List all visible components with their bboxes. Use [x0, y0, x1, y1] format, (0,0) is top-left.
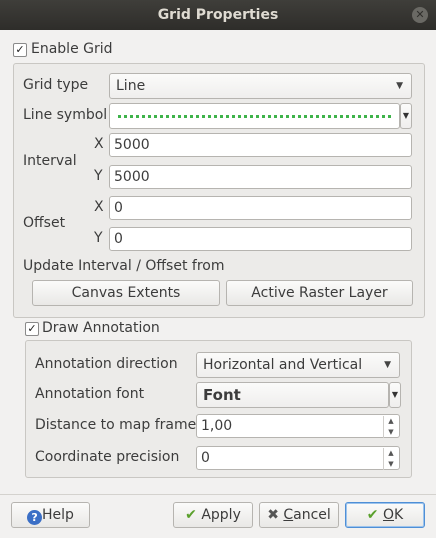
- update-from-label: Update Interval / Offset from: [23, 258, 225, 274]
- grid-type-label: Grid type: [23, 77, 89, 93]
- chevron-down-icon: ▼: [384, 360, 391, 370]
- offset-x-label: X: [94, 199, 104, 215]
- interval-y-label: Y: [94, 168, 103, 184]
- line-symbol-button[interactable]: [109, 103, 400, 129]
- distance-to-map-frame-value: 1,00: [201, 418, 233, 434]
- spin-up-icon[interactable]: ▲: [384, 416, 398, 427]
- divider: [0, 494, 436, 495]
- chevron-down-icon: ▼: [402, 111, 410, 120]
- annotation-font-label: Annotation font: [35, 386, 145, 402]
- annotation-font-value: Font: [203, 386, 241, 404]
- apply-button[interactable]: ✔ Apply: [173, 502, 253, 528]
- spin-down-icon[interactable]: ▼: [384, 427, 398, 438]
- offset-y-label: Y: [94, 230, 103, 246]
- coordinate-precision-value: 0: [201, 450, 210, 466]
- spin-down-icon[interactable]: ▼: [384, 459, 398, 470]
- cross-icon: ✖: [267, 507, 279, 523]
- annotation-font-button[interactable]: Font: [196, 382, 389, 408]
- help-label: Help: [42, 507, 74, 523]
- annotation-direction-select[interactable]: Horizontal and Vertical ▼: [196, 352, 400, 378]
- checkmark-icon: ✔: [366, 507, 379, 523]
- help-icon: ?: [27, 510, 43, 525]
- offset-x-input[interactable]: 0: [109, 196, 412, 220]
- line-symbol-label: Line symbol: [23, 107, 108, 123]
- ok-label: OK: [382, 507, 404, 523]
- active-raster-layer-button[interactable]: Active Raster Layer: [226, 280, 413, 306]
- enable-grid-label: Enable Grid: [31, 41, 113, 57]
- chevron-down-icon: ▼: [396, 81, 403, 91]
- line-symbol-preview: [118, 115, 391, 118]
- interval-y-input[interactable]: 5000: [109, 165, 412, 189]
- grid-type-select[interactable]: Line ▼: [109, 73, 412, 99]
- annotation-direction-value: Horizontal and Vertical: [203, 357, 363, 373]
- interval-x-label: X: [94, 136, 104, 152]
- offset-label: Offset: [23, 215, 66, 231]
- apply-label: Apply: [201, 507, 241, 523]
- grid-type-value: Line: [116, 78, 146, 94]
- draw-annotation-checkbox[interactable]: ✓: [25, 322, 39, 336]
- interval-label: Interval: [23, 153, 77, 169]
- cancel-label: Cancel: [283, 507, 331, 523]
- canvas-extents-button[interactable]: Canvas Extents: [32, 280, 220, 306]
- annotation-font-menu-button[interactable]: ▼: [389, 382, 401, 408]
- coordinate-precision-spinbox[interactable]: 0 ▲ ▼: [196, 446, 400, 470]
- help-button[interactable]: ? Help: [11, 502, 90, 528]
- interval-x-input[interactable]: 5000: [109, 133, 412, 157]
- coordinate-precision-label: Coordinate precision: [35, 449, 180, 465]
- spin-arrows[interactable]: ▲ ▼: [383, 448, 398, 470]
- offset-y-input[interactable]: 0: [109, 227, 412, 251]
- draw-annotation-label: Draw Annotation: [42, 320, 160, 336]
- spin-up-icon[interactable]: ▲: [384, 448, 398, 459]
- chevron-down-icon: ▼: [391, 390, 399, 399]
- distance-to-map-frame-label: Distance to map frame: [35, 417, 197, 433]
- window-title: Grid Properties: [157, 7, 279, 23]
- spin-arrows[interactable]: ▲ ▼: [383, 416, 398, 438]
- title-bar: Grid Properties ✕: [0, 0, 436, 30]
- close-button[interactable]: ✕: [412, 7, 428, 23]
- cancel-button[interactable]: ✖ Cancel: [259, 502, 339, 528]
- distance-to-map-frame-spinbox[interactable]: 1,00 ▲ ▼: [196, 414, 400, 438]
- enable-grid-checkbox[interactable]: ✓: [13, 43, 27, 57]
- annotation-direction-label: Annotation direction: [35, 356, 178, 372]
- ok-button[interactable]: ✔ OK: [345, 502, 425, 528]
- checkmark-icon: ✔: [185, 507, 197, 523]
- close-icon: ✕: [415, 8, 425, 21]
- line-symbol-menu-button[interactable]: ▼: [400, 103, 412, 129]
